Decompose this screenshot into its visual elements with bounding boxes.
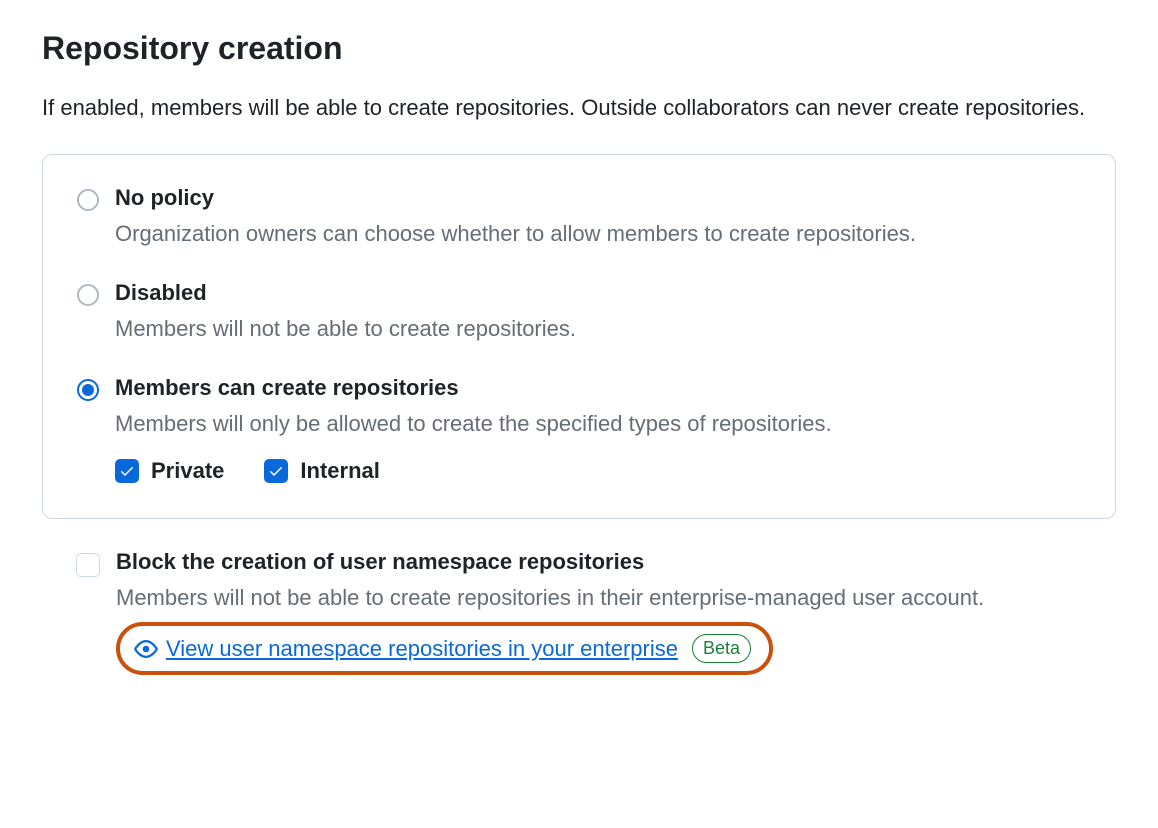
checkbox-label: Private	[151, 458, 224, 484]
radio-option-disabled[interactable]: Disabled Members will not be able to cre…	[77, 280, 1081, 345]
option-description: Members will only be allowed to create t…	[115, 407, 1081, 440]
section-title: Repository creation	[42, 30, 1116, 67]
view-namespace-repos-link[interactable]: View user namespace repositories in your…	[166, 636, 678, 662]
checkbox-item-internal[interactable]: Internal	[264, 458, 379, 484]
option-title: Disabled	[115, 280, 1081, 306]
checkbox-label: Internal	[300, 458, 379, 484]
beta-badge: Beta	[692, 634, 751, 663]
checkbox-internal[interactable]	[264, 459, 288, 483]
checkbox-item-private[interactable]: Private	[115, 458, 224, 484]
repo-type-checkboxes: Private Internal	[115, 458, 1081, 484]
checkbox-block-namespace[interactable]	[76, 553, 100, 577]
policy-option-group: No policy Organization owners can choose…	[42, 154, 1116, 519]
section-description: If enabled, members will be able to crea…	[42, 91, 1102, 124]
highlighted-link-pill: View user namespace repositories in your…	[116, 622, 773, 675]
radio-input-members-can-create[interactable]	[77, 379, 99, 401]
eye-icon	[134, 637, 158, 661]
option-title: No policy	[115, 185, 1081, 211]
radio-input-no-policy[interactable]	[77, 189, 99, 211]
option-description: Members will not be able to create repos…	[116, 581, 1116, 614]
check-icon	[119, 463, 135, 479]
radio-option-members-can-create[interactable]: Members can create repositories Members …	[77, 375, 1081, 484]
option-title: Members can create repositories	[115, 375, 1081, 401]
checkbox-private[interactable]	[115, 459, 139, 483]
block-user-namespace-option: Block the creation of user namespace rep…	[42, 549, 1116, 675]
option-description: Members will not be able to create repos…	[115, 312, 1081, 345]
check-icon	[268, 463, 284, 479]
radio-input-disabled[interactable]	[77, 284, 99, 306]
radio-option-no-policy[interactable]: No policy Organization owners can choose…	[77, 185, 1081, 250]
option-description: Organization owners can choose whether t…	[115, 217, 1081, 250]
option-title: Block the creation of user namespace rep…	[116, 549, 1116, 575]
